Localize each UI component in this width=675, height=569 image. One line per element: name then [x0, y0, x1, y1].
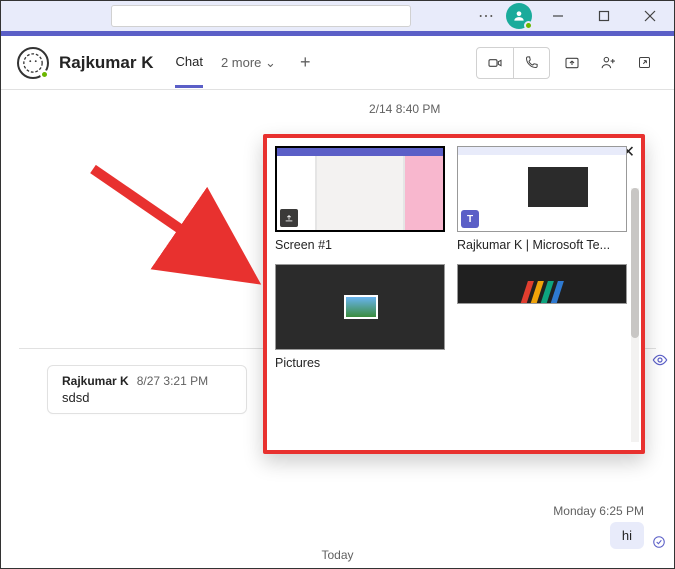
eye-icon [652, 352, 668, 371]
add-tab-button[interactable]: + [300, 52, 311, 73]
share-option-window-teams[interactable]: T Rajkumar K | Microsoft Te... [457, 146, 627, 252]
call-buttons [476, 47, 550, 79]
presence-available-icon [40, 70, 49, 79]
profile-avatar[interactable] [506, 3, 532, 29]
close-window-button[interactable] [630, 2, 670, 30]
share-option-window-pictures[interactable]: Pictures [275, 264, 445, 370]
chat-header: Rajkumar K Chat 2 more ⌄ + [1, 36, 674, 90]
title-bar: ⋯ [1, 1, 674, 31]
reply-time: Monday 6:25 PM [553, 504, 644, 518]
phone-icon [524, 55, 539, 70]
window-thumbnail [275, 264, 445, 350]
contact-avatar[interactable] [17, 47, 49, 79]
maximize-button[interactable] [584, 2, 624, 30]
window-thumbnail [457, 264, 627, 304]
message-sender: Rajkumar K [62, 374, 129, 388]
message-timestamp: 2/14 8:40 PM [369, 102, 656, 116]
share-screen-button[interactable] [558, 49, 586, 77]
more-menu-icon[interactable]: ⋯ [472, 6, 500, 26]
teams-badge-icon: T [461, 210, 479, 228]
presence-available-icon [524, 21, 533, 30]
message-time: 8/27 3:21 PM [137, 374, 208, 388]
share-option-screen-1[interactable]: Screen #1 [275, 146, 445, 252]
share-content-popup: ✕ Screen #1 T Rajkumar K | Microsoft Te.… [263, 134, 645, 454]
minimize-button[interactable] [538, 2, 578, 30]
screen-thumbnail [275, 146, 445, 232]
share-options-grid: Screen #1 T Rajkumar K | Microsoft Te...… [275, 146, 633, 370]
popup-scrollbar[interactable] [631, 188, 639, 442]
add-people-button[interactable] [594, 49, 622, 77]
audio-call-button[interactable] [513, 48, 549, 78]
person-icon [512, 9, 526, 23]
today-separator: Today [1, 548, 674, 562]
popout-icon [637, 55, 652, 70]
share-badge-icon [280, 209, 298, 227]
window-thumbnail: T [457, 146, 627, 232]
people-add-icon [600, 54, 617, 71]
share-option-window-other[interactable] [457, 264, 627, 370]
video-icon [487, 55, 503, 71]
tab-chat[interactable]: Chat [175, 54, 202, 88]
scrollbar-thumb[interactable] [631, 188, 639, 338]
video-call-button[interactable] [477, 48, 513, 78]
message-body: sdsd [62, 390, 232, 405]
tab-more-dropdown[interactable]: 2 more ⌄ [221, 55, 276, 71]
share-tray-icon [564, 55, 580, 71]
chevron-down-icon: ⌄ [265, 55, 276, 70]
chat-tabs: Chat 2 more ⌄ + [175, 38, 310, 88]
share-option-label: Pictures [275, 356, 445, 370]
search-input[interactable] [111, 5, 411, 27]
share-option-label: Screen #1 [275, 238, 445, 252]
chat-title: Rajkumar K [59, 53, 153, 73]
share-option-label: Rajkumar K | Microsoft Te... [457, 238, 627, 252]
outgoing-message[interactable]: hi [610, 522, 644, 549]
popout-button[interactable] [630, 49, 658, 77]
incoming-message[interactable]: Rajkumar K 8/27 3:21 PM sdsd [47, 365, 247, 414]
